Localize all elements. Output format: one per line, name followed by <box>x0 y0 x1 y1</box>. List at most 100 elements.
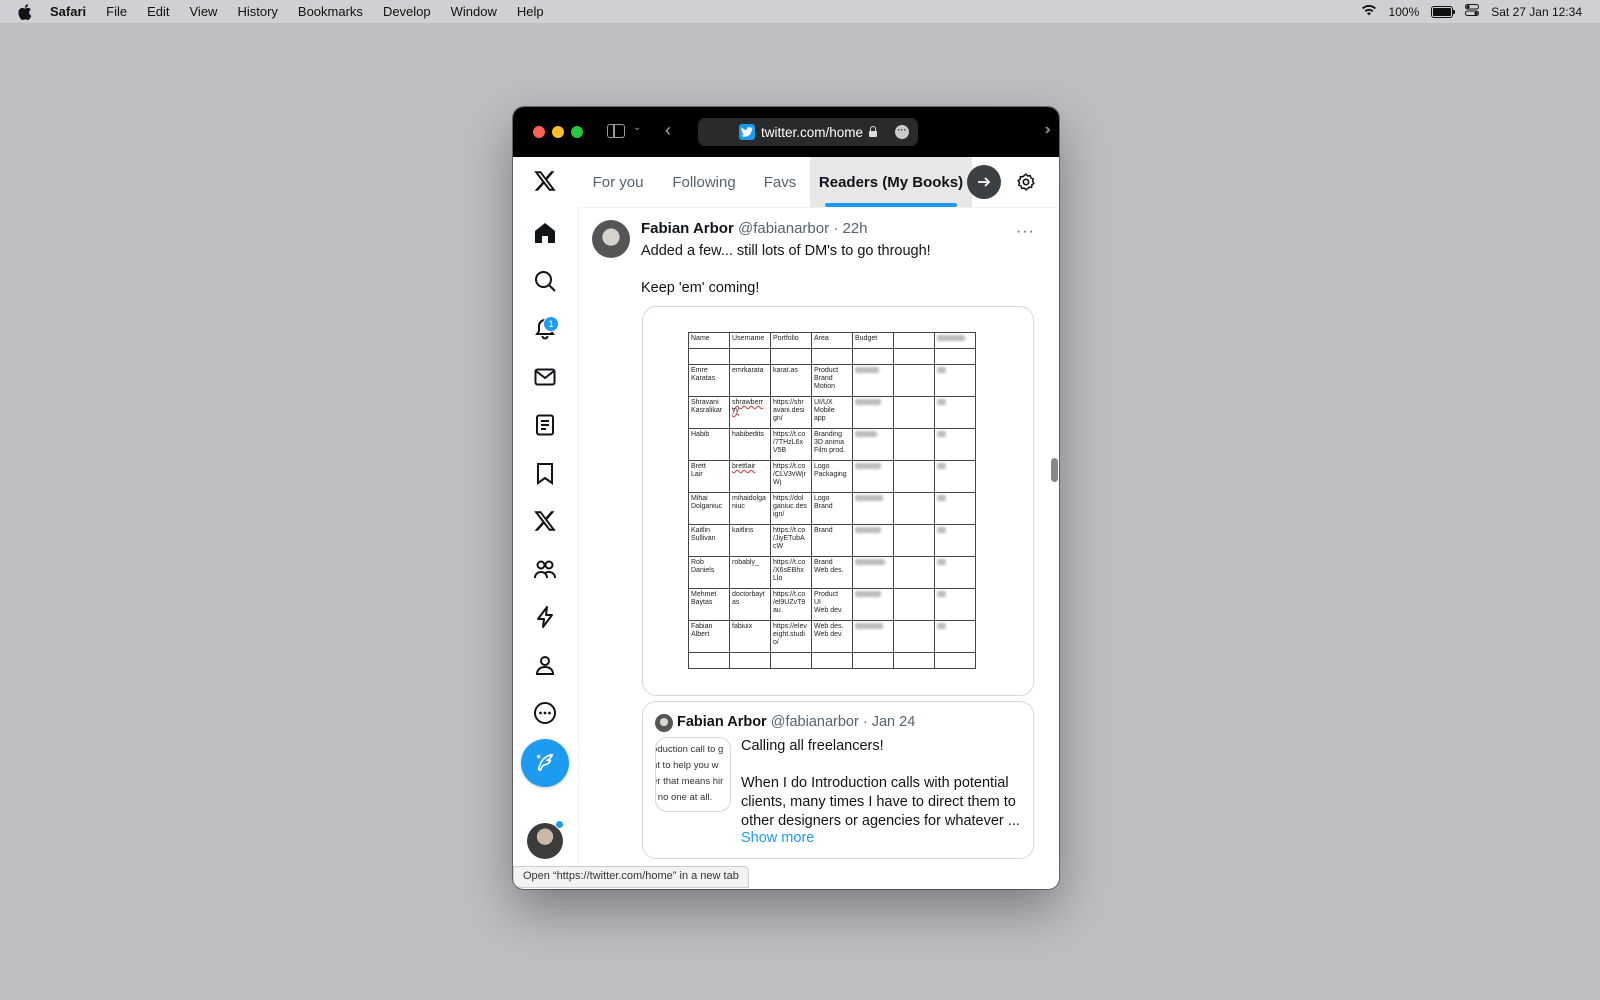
address-bar[interactable]: twitter.com/home ··· <box>698 118 918 146</box>
spreadsheet-image: Name Username Portfolio Area Budget Emre… <box>688 332 976 669</box>
sheet-row: Rob Daniels robably_ https://t.co /X6sEBhx… <box>688 556 976 589</box>
tabs-scroll-right-button[interactable] <box>967 165 1001 199</box>
wifi-icon[interactable] <box>1361 4 1377 19</box>
tab-following[interactable]: Following <box>658 157 750 207</box>
close-window-button[interactable] <box>533 126 545 138</box>
menu-history[interactable]: History <box>237 4 277 19</box>
tab-label: Readers (My Books) <box>818 173 964 191</box>
sheet-cell-redacted <box>852 364 894 397</box>
menu-view[interactable]: View <box>190 4 218 19</box>
menu-develop[interactable]: Develop <box>383 4 431 19</box>
more-options-icon[interactable]: ··· <box>1016 223 1035 241</box>
quoted-author-avatar <box>655 714 673 732</box>
sheet-row: Mehmet Baytas doctorbayt as https://t.co /… <box>688 588 976 621</box>
more-icon[interactable] <box>531 699 559 727</box>
sheet-header-cell: Name <box>688 332 730 349</box>
compose-icon <box>536 753 554 772</box>
minimize-window-button[interactable] <box>552 126 564 138</box>
sheet-cell: https://t.co /7THzL6x V5B <box>770 428 812 461</box>
sheet-cell: habibedits <box>729 428 771 461</box>
sheet-cell: https://shr avani.desi gn/ <box>770 396 812 429</box>
x-logo-icon[interactable] <box>531 167 559 195</box>
sheet-cell: Shravani Kasralikar <box>688 396 730 429</box>
control-center-icon[interactable] <box>1465 4 1480 19</box>
tweet-text-line-1: Added a few... still lots of DM's to go … <box>641 243 931 259</box>
show-more-link[interactable]: Show more <box>741 830 814 846</box>
thumb-text: er that means hir <box>655 776 724 787</box>
sheet-row: Emre Karatas emrkarata karat.as Product Bra… <box>688 364 976 397</box>
lightning-icon[interactable] <box>531 603 559 631</box>
x-premium-icon[interactable] <box>531 507 559 535</box>
battery-icon[interactable] <box>1431 5 1456 18</box>
communities-icon[interactable] <box>531 555 559 583</box>
sheet-cell: Logo Packaging <box>811 460 853 493</box>
apple-menu-icon[interactable] <box>18 3 32 20</box>
bookmark-icon[interactable] <box>531 459 559 487</box>
timeline-tabs: For you Following Favs Readers (My Books… <box>578 157 1059 208</box>
profile-icon[interactable] <box>531 651 559 679</box>
sheet-cell <box>893 524 935 557</box>
tab-readers-my-books[interactable]: Readers (My Books) <box>810 157 972 207</box>
notification-badge: 1 <box>543 316 559 332</box>
tweet-author-avatar[interactable] <box>592 220 630 258</box>
sheet-row: Shravani Kasralikar shrawberr yy https://s… <box>688 396 976 429</box>
sheet-cell: https://dol ganiuc.des ign/ <box>770 492 812 525</box>
sheet-cell: karat.as <box>770 364 812 397</box>
tab-label: Favs <box>763 173 797 191</box>
menu-file[interactable]: File <box>106 4 127 19</box>
page-menu-icon[interactable]: ··· <box>895 125 909 139</box>
menu-clock[interactable]: Sat 27 Jan 12:34 <box>1491 5 1582 19</box>
gear-icon[interactable] <box>1016 172 1036 192</box>
battery-percent: 100% <box>1388 4 1420 19</box>
sheet-cell: Fabian Albert <box>688 620 730 653</box>
sheet-cell: Emre Karatas <box>688 364 730 397</box>
sheet-cell: brettlair <box>729 460 771 493</box>
compose-post-button[interactable] <box>521 739 569 787</box>
chevron-down-icon[interactable]: ⌄ <box>633 122 641 133</box>
back-arrow-icon[interactable]: ‹ <box>665 120 671 141</box>
sheet-header-row: Name Username Portfolio Area Budget <box>688 332 976 349</box>
sheet-row: Habib habibedits https://t.co /7THzL6x V5B… <box>688 428 976 461</box>
active-tab-indicator <box>825 203 957 207</box>
sheet-header-cell: Budget <box>852 332 894 349</box>
sheet-cell: Brett Lair <box>688 460 730 493</box>
sheet-cell: Habib <box>688 428 730 461</box>
sheet-cell: https://t.co /JiyETubA cW <box>770 524 812 557</box>
twitter-sidebar-nav: 1 <box>513 157 579 889</box>
tweet-timestamp[interactable]: 22h <box>842 220 867 237</box>
lists-icon[interactable] <box>531 411 559 439</box>
sheet-cell: https://elev eight.studi o/ <box>770 620 812 653</box>
tweet-header: Fabian Arbor @fabianarbor · 22h <box>641 220 867 237</box>
tweet-separator: · <box>833 220 839 237</box>
sheet-cell-redacted <box>934 460 976 493</box>
sheet-cell-redacted <box>934 364 976 397</box>
tweet[interactable]: Fabian Arbor @fabianarbor · 22h ··· Adde… <box>578 208 1059 889</box>
tab-label: For you <box>592 173 644 191</box>
home-icon[interactable] <box>531 219 559 247</box>
tab-for-you[interactable]: For you <box>578 157 658 207</box>
mail-icon[interactable] <box>531 363 559 391</box>
sheet-cell: mihaidolga niuc <box>729 492 771 525</box>
menu-window[interactable]: Window <box>451 4 497 19</box>
tweet-text-line-2: Keep 'em' coming! <box>641 280 760 296</box>
sheet-header-cell <box>934 332 976 349</box>
zoom-window-button[interactable] <box>571 126 583 138</box>
tweet-author-handle[interactable]: @fabianarbor <box>738 220 829 237</box>
tab-favs[interactable]: Favs <box>750 157 810 207</box>
sheet-cell-redacted <box>934 620 976 653</box>
sheet-cell: Logo Brand <box>811 492 853 525</box>
tweet-media-image[interactable]: Name Username Portfolio Area Budget Emre… <box>642 306 1034 696</box>
menu-edit[interactable]: Edit <box>147 4 169 19</box>
menu-help[interactable]: Help <box>517 4 544 19</box>
page-scrollbar[interactable] <box>1051 458 1058 482</box>
sheet-cell-redacted <box>852 556 894 589</box>
thumb-text: nt to help you w <box>655 760 719 771</box>
sheet-cell <box>893 460 935 493</box>
menu-bookmarks[interactable]: Bookmarks <box>298 4 363 19</box>
quoted-tweet[interactable]: Fabian Arbor @fabianarbor · Jan 24 oduct… <box>642 701 1034 859</box>
tweet-author-name[interactable]: Fabian Arbor <box>641 220 734 237</box>
app-name-menu[interactable]: Safari <box>50 4 86 19</box>
sidebar-toggle-icon[interactable] <box>607 124 625 138</box>
search-icon[interactable] <box>531 267 559 295</box>
toolbar-overflow-icon[interactable]: ›› <box>1044 121 1050 139</box>
